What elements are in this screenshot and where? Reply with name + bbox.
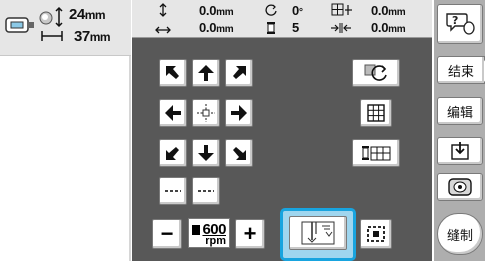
border-left-button[interactable] [159,177,187,205]
speed-unit: rpm [205,235,226,247]
needle-start-icon [301,221,335,245]
grid-button[interactable] [360,99,392,127]
speed-decrease-button[interactable]: − [152,219,182,249]
move-up-button[interactable] [192,59,220,87]
speed-display: 600 rpm [188,218,230,248]
help-icon: ? [446,13,475,35]
arrow-up-right-icon [233,66,246,79]
edit-label: 编辑 [446,105,473,121]
border-dashed-icon [198,190,214,192]
minus-label: − [160,221,174,246]
density-vertical-value: 0.0mm [371,3,406,18]
move-down-right-button[interactable] [225,139,253,167]
embroidery-screen: 24mm 37mm 0.0mm 0.0mm 0° 5 0.0mm 0.0mm −… [0,0,485,261]
center-button[interactable] [192,99,220,127]
rotate-icon [265,3,278,22]
edit-panel: 0.0mm 0.0mm 0° 5 0.0mm 0.0mm − 600 rpm + [132,0,432,261]
arrow-left-icon [165,105,181,121]
move-up-right-button[interactable] [225,59,253,87]
sew-label: 缝制 [446,228,473,244]
hoop-icon [5,15,35,40]
border-right-button[interactable] [192,177,220,205]
move-down-button[interactable] [192,139,220,167]
status-strip: 0.0mm 0.0mm 0° 5 0.0mm 0.0mm [132,0,432,38]
arrow-up-icon [198,65,214,81]
arrow-down-icon [198,145,214,161]
color-list-icon [362,146,391,161]
grid-icon [367,104,385,122]
pattern-width: 37mm [74,28,111,45]
save-button[interactable] [437,137,483,165]
arrow-down-left-icon [166,147,179,160]
sew-button[interactable]: 缝制 [437,213,483,255]
color-list-button[interactable] [352,139,400,167]
save-download-icon [451,142,469,160]
thread-color-count: 5 [292,20,299,35]
trial-frame-icon [367,226,385,242]
speed-indicator-bar [192,225,200,235]
trial-frame-button[interactable] [360,219,392,249]
offset-horizontal-value: 0.0mm [199,20,234,35]
right-menu: ? 结束 编辑 缝制 [434,0,485,261]
center-cross-icon [197,104,215,122]
pattern-size-info: 24mm 37mm [0,0,131,56]
size-dimension-icon [38,6,66,51]
speed-increase-button[interactable]: + [235,219,265,249]
edit-button[interactable]: 编辑 [437,97,483,125]
start-position-button[interactable] [289,216,347,250]
border-dashed-icon [165,190,181,192]
density-grid-icon [331,3,353,22]
rotate-button[interactable] [352,59,400,87]
arrow-down-right-icon [233,147,246,160]
density-horizontal-value: 0.0mm [371,20,406,35]
hoop-view-icon [448,178,472,196]
spacing-icon [330,21,352,39]
end-button[interactable]: 结束 [437,56,485,84]
svg-text:?: ? [452,14,458,27]
arrow-right-icon [231,105,247,121]
plus-label: + [243,221,257,246]
pattern-height: 24mm [69,6,106,23]
rotation-angle-value: 0° [292,3,303,18]
move-down-left-button[interactable] [159,139,187,167]
help-button[interactable]: ? [437,4,483,44]
end-label: 结束 [447,64,474,80]
move-left-button[interactable] [159,99,187,127]
rotate-pattern-icon [364,64,387,81]
hoop-view-button[interactable] [437,173,483,201]
move-up-left-button[interactable] [159,59,187,87]
horizontal-offset-icon [155,22,171,40]
offset-vertical-value: 0.0mm [199,3,234,18]
pattern-preview-pane: 24mm 37mm [0,0,131,261]
move-right-button[interactable] [225,99,253,127]
thread-spool-icon [266,21,276,40]
vertical-offset-icon [158,3,168,22]
arrow-up-left-icon [166,66,179,79]
